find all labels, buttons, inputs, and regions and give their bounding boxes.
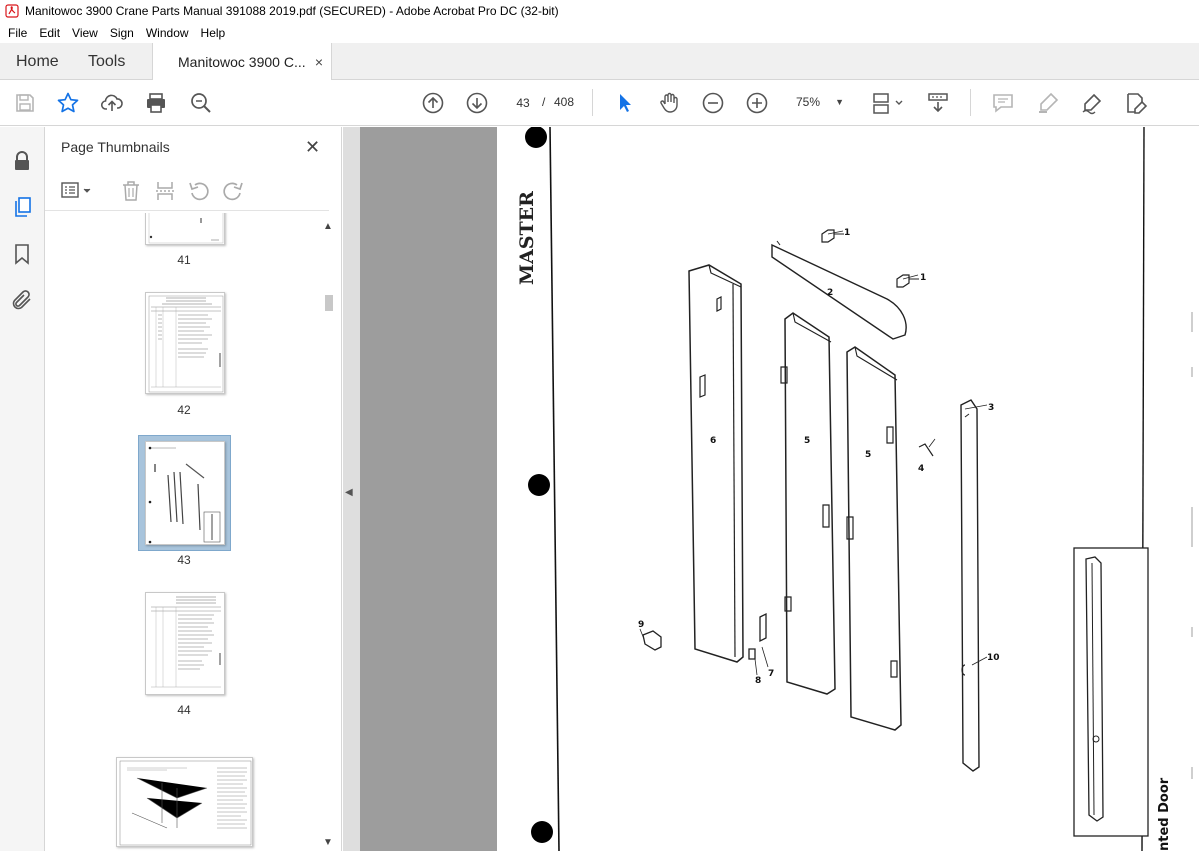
zoom-in-icon[interactable] [745,91,769,115]
part-label: 1 [920,273,926,283]
window-title: Manitowoc 3900 Crane Parts Manual 391088… [25,4,559,18]
part-label: 4 [918,464,924,474]
save-icon[interactable] [13,91,37,115]
print-icon[interactable] [144,91,168,115]
scroll-up-icon[interactable]: ▲ [323,221,333,232]
page-thumbnails-panel: Page Thumbnails ✕ 41 42 43 44 ▲ ▼ [45,127,342,851]
rotate-left-icon[interactable] [187,179,211,203]
part-label: 10 [987,653,1000,663]
page-thumbnail-current[interactable] [145,441,225,545]
panel-toolbar [45,175,329,211]
menu-edit[interactable]: Edit [33,26,66,40]
highlight-pen-icon[interactable] [1036,91,1060,115]
find-zoom-icon[interactable] [189,91,213,115]
part-label: 6 [710,436,716,446]
panel-title: Page Thumbnails [61,139,170,155]
inset-caption: nted Door [1157,777,1172,851]
toolbar-divider [592,89,593,116]
scrollbar-thumb[interactable] [325,295,333,311]
star-icon[interactable] [56,91,80,115]
toolbar-divider [970,89,971,116]
page-total: 408 [554,95,575,109]
page-display-icon[interactable] [871,91,907,115]
scroll-down-icon[interactable]: ▼ [323,837,333,848]
chevron-down-icon: ▼ [835,97,844,107]
insert-page-icon[interactable] [153,179,177,203]
document-tab-label: Manitowoc 3900 C... [178,53,306,70]
previous-page-icon[interactable] [421,91,445,115]
part-label: 2 [827,288,833,298]
part-label: 5 [804,436,810,446]
part-label: 1 [844,228,850,238]
select-pointer-icon[interactable] [613,91,637,115]
menu-sign[interactable]: Sign [104,26,140,40]
menu-file[interactable]: File [2,26,33,40]
thumbnail-scrollbar[interactable]: ▲ ▼ [321,213,337,851]
attachment-icon[interactable] [10,288,34,312]
title-bar: Manitowoc 3900 Crane Parts Manual 391088… [0,0,1199,22]
tab-home[interactable]: Home [16,43,59,80]
trash-icon[interactable] [119,179,143,203]
page-thumbnail[interactable] [145,213,225,245]
close-tab-icon[interactable]: × [315,54,323,70]
page-thumbnail[interactable] [145,592,225,695]
part-label: 5 [865,450,871,460]
menu-help[interactable]: Help [195,26,232,40]
part-label: 8 [755,676,761,686]
thumbnail-label: 41 [177,253,191,267]
rotate-right-icon[interactable] [221,179,245,203]
hand-tool-icon[interactable] [657,91,681,115]
thumbnail-label: 42 [177,403,191,417]
part-label: 3 [988,403,994,413]
collapse-panel-icon[interactable]: ◀ [345,487,353,498]
next-page-icon[interactable] [465,91,489,115]
page-gutter [360,127,497,851]
zoom-value: 75% [796,95,821,109]
pdf-page: 1 1 2 3 3a 4 5 5 6 7 8 9 10 MASTER [497,127,1199,851]
menu-bar: File Edit View Sign Window Help [0,22,1199,43]
thumbnail-label: 44 [177,703,191,717]
main-toolbar [0,80,1199,126]
document-view[interactable]: 1 1 2 3 3a 4 5 5 6 7 8 9 10 MASTER [343,127,1199,851]
scroll-mode-icon[interactable] [926,91,950,115]
upload-cloud-icon[interactable] [100,91,124,115]
page-separator: / [542,95,546,109]
bookmark-icon[interactable] [10,242,34,266]
tab-bar: Home Tools Manitowoc 3900 C... × [0,43,1199,80]
zoom-out-icon[interactable] [701,91,725,115]
lock-icon[interactable] [10,149,34,173]
master-stamp: MASTER [516,191,538,285]
tab-tools[interactable]: Tools [88,43,125,80]
zoom-select[interactable]: 75% ▼ [788,91,850,113]
page-number-input[interactable]: 43 [508,91,538,113]
edit-pdf-icon[interactable] [1124,91,1148,115]
thumbnail-options-icon[interactable] [59,179,95,203]
comment-icon[interactable] [991,91,1015,115]
menu-window[interactable]: Window [140,26,195,40]
thumbnail-list: 41 42 43 44 [45,213,321,851]
acrobat-app-icon [5,4,19,18]
left-rail [0,127,45,851]
fill-sign-icon[interactable] [1080,91,1104,115]
part-label: 9 [638,620,644,630]
menu-view[interactable]: View [66,26,104,40]
close-panel-icon[interactable]: ✕ [305,137,320,158]
page-thumbnail[interactable] [145,292,225,394]
thumbnail-label: 43 [177,553,191,567]
tab-document[interactable]: Manitowoc 3900 C... × [152,43,332,80]
parts-diagram: 1 1 2 3 3a 4 5 5 6 7 8 9 10 MASTER [516,127,1193,851]
part-label: 7 [768,669,774,679]
page-thumbnail[interactable] [116,757,253,847]
page-thumbnails-icon[interactable] [10,195,34,219]
